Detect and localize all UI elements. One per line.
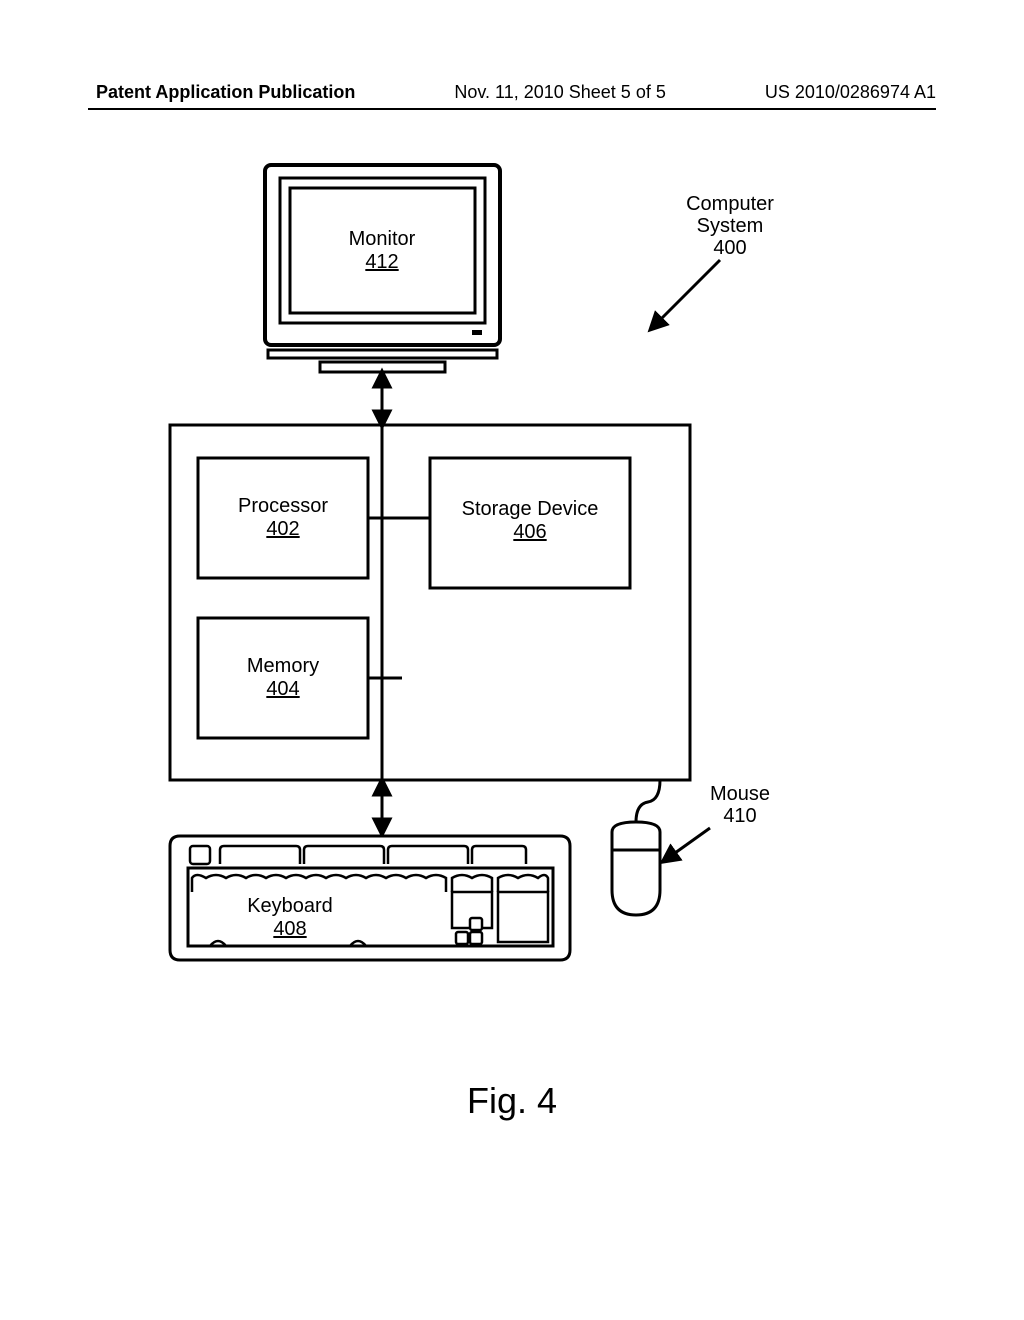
header-left: Patent Application Publication — [96, 82, 355, 103]
svg-text:Computer: Computer — [686, 193, 774, 215]
storage-ref: 406 — [513, 521, 546, 543]
svg-text:System: System — [697, 215, 764, 237]
memory-box: Memory 404 — [198, 618, 402, 738]
header-rule — [88, 108, 936, 110]
keyboard-label: Keyboard — [247, 895, 333, 917]
monitor-icon: Monitor 412 — [265, 165, 500, 372]
memory-label: Memory — [247, 655, 319, 677]
page-header: Patent Application Publication Nov. 11, … — [0, 82, 1024, 103]
processor-label: Processor — [238, 495, 328, 517]
svg-text:410: 410 — [723, 805, 756, 827]
processor-ref: 402 — [266, 518, 299, 540]
mouse-icon — [612, 780, 660, 915]
system-label: Computer System 400 — [655, 193, 774, 325]
storage-box: Storage Device 406 — [402, 458, 630, 588]
storage-label: Storage Device — [462, 498, 599, 520]
monitor-label: Monitor — [349, 228, 416, 250]
header-right: US 2010/0286974 A1 — [765, 82, 936, 103]
svg-text:Mouse: Mouse — [710, 783, 770, 805]
svg-text:400: 400 — [713, 237, 746, 259]
system-diagram: Computer System 400 Monitor 412 Processo… — [150, 150, 874, 980]
monitor-ref: 412 — [365, 251, 398, 273]
keyboard-ref: 408 — [273, 918, 306, 940]
mouse-label: Mouse 410 — [668, 783, 770, 858]
figure-caption: Fig. 4 — [0, 1080, 1024, 1122]
keyboard-icon: Keyboard 408 — [170, 836, 570, 960]
header-center: Nov. 11, 2010 Sheet 5 of 5 — [454, 82, 665, 103]
processor-box: Processor 402 — [198, 458, 402, 578]
memory-ref: 404 — [266, 678, 299, 700]
